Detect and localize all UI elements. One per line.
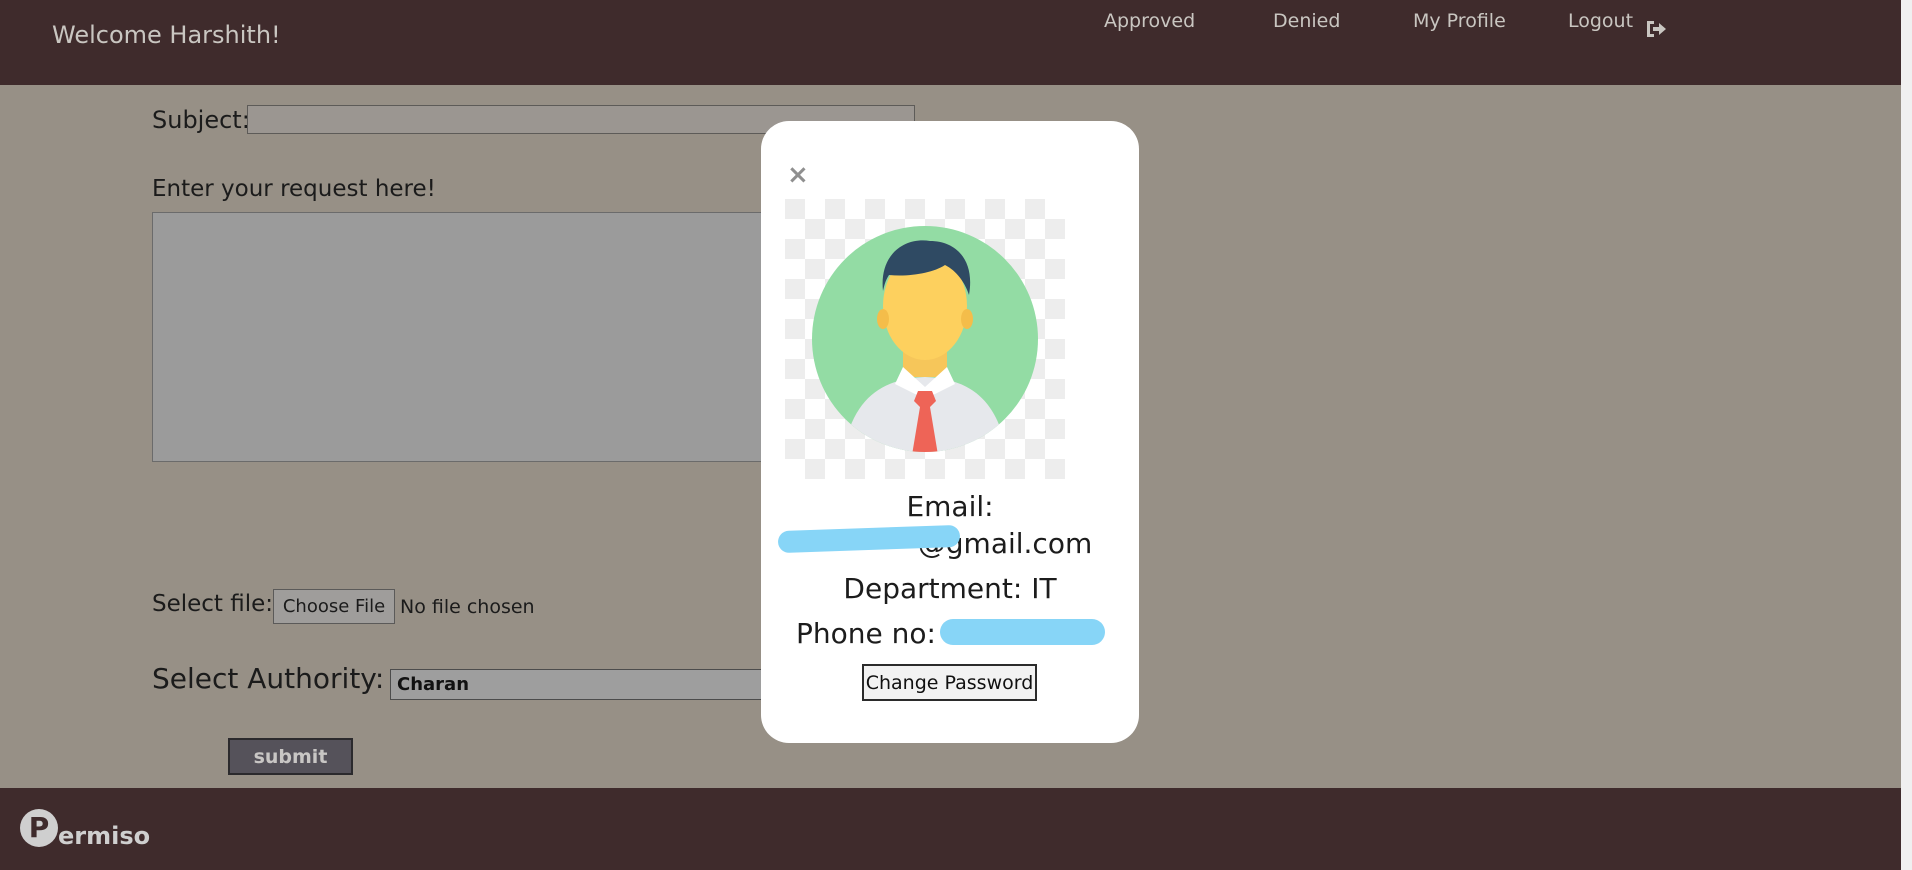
authority-select[interactable]: Charan: [390, 669, 762, 700]
footer: [0, 788, 1901, 870]
scrollbar[interactable]: [1901, 0, 1912, 870]
subject-label: Subject:: [152, 106, 250, 134]
authority-selected-value: Charan: [397, 674, 470, 695]
logo-icon: P: [20, 809, 58, 847]
file-label: Select file:: [152, 591, 274, 617]
request-textarea[interactable]: [152, 212, 762, 462]
nav-approved[interactable]: Approved: [1104, 10, 1195, 32]
nav-denied[interactable]: Denied: [1273, 10, 1340, 32]
file-status: No file chosen: [400, 596, 535, 618]
change-password-button[interactable]: Change Password: [862, 664, 1037, 701]
request-label: Enter your request here!: [152, 176, 436, 202]
welcome-text: Welcome Harshith!: [52, 21, 281, 49]
department-text: Department: IT: [843, 572, 1057, 605]
logout-icon[interactable]: [1645, 19, 1667, 39]
redaction-mark: [940, 619, 1105, 645]
close-icon[interactable]: ×: [787, 160, 809, 190]
email-label: Email:: [906, 490, 994, 523]
nav-logout[interactable]: Logout: [1568, 10, 1633, 32]
avatar: [785, 199, 1065, 479]
authority-label: Select Authority:: [152, 662, 385, 695]
nav-my-profile[interactable]: My Profile: [1413, 10, 1506, 32]
submit-button[interactable]: submit: [228, 738, 353, 775]
choose-file-button[interactable]: Choose File: [273, 589, 395, 624]
brand-name: ermiso: [58, 822, 151, 850]
